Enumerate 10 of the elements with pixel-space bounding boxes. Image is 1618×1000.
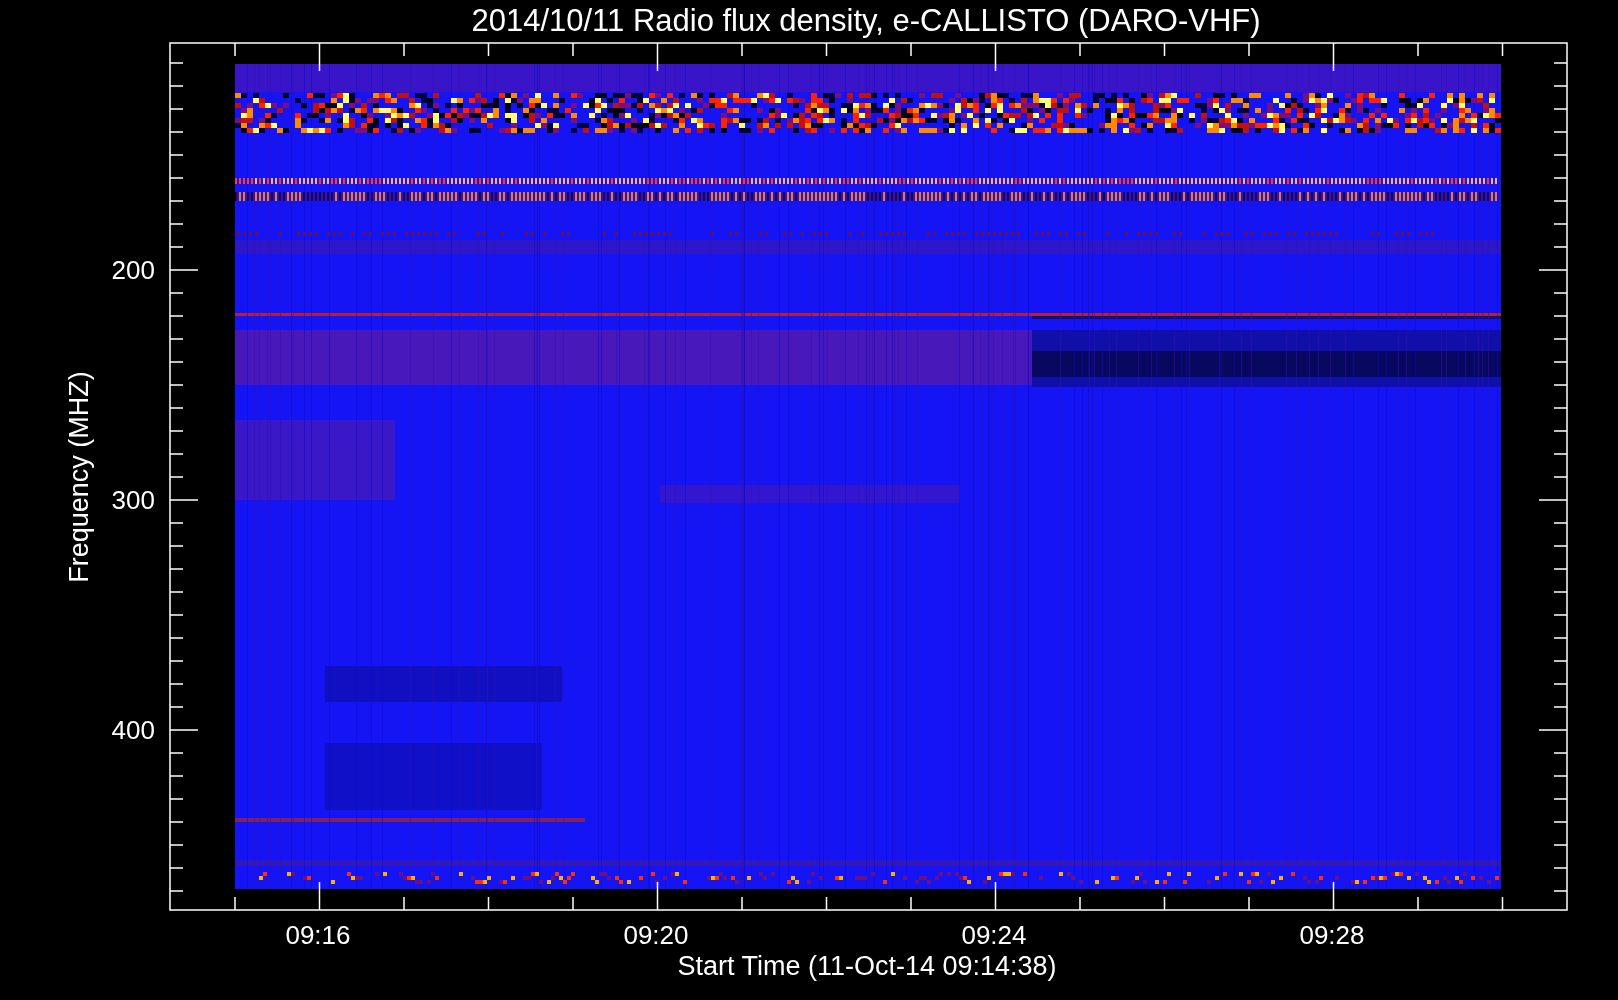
x-tick-label: 09:28 <box>1299 920 1365 950</box>
y-tick-label: 300 <box>111 485 155 515</box>
y-tick-label: 400 <box>111 715 155 745</box>
x-axis-label: Start Time (11-Oct-14 09:14:38) <box>677 951 1057 981</box>
x-tick-label: 09:20 <box>623 920 689 950</box>
y-axis-label: Frequency (MHZ) <box>64 371 94 583</box>
x-tick-label: 09:24 <box>961 920 1027 950</box>
x-tick-label: 09:16 <box>285 920 351 950</box>
y-tick-label: 200 <box>111 255 155 285</box>
chart-title: 2014/10/11 Radio flux density, e-CALLISTO (DARO-VHF) <box>471 3 1261 38</box>
